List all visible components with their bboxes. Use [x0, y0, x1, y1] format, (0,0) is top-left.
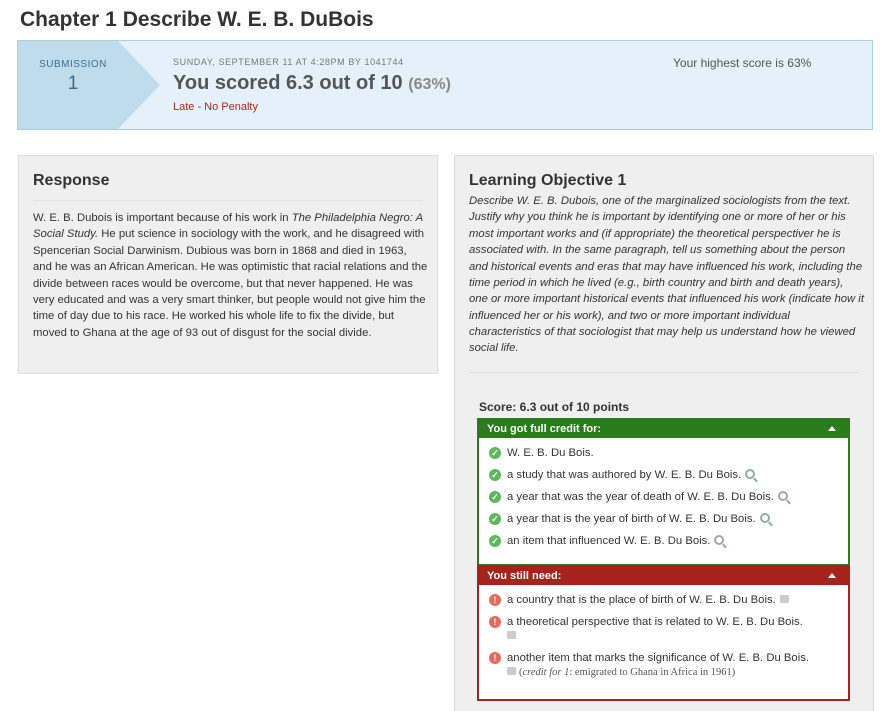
points-score: Score: 6.3 out of 10 points: [479, 400, 630, 414]
still-need-item: ! another item that marks the significanc…: [489, 651, 848, 680]
credit-note: (credit for 1: emigrated to Ghana in Afr…: [519, 667, 735, 678]
divider: [469, 372, 859, 373]
full-credit-item: ✓ a year that is the year of birth of W. …: [489, 512, 848, 526]
note-text: : emigrated to Ghana in Africa in 1961): [569, 667, 736, 678]
page-title: Chapter 1 Describe W. E. B. DuBois: [20, 8, 374, 31]
still-need-item: ! a theoretical perspective that is relat…: [489, 615, 848, 643]
still-need-title: You still need:: [487, 570, 562, 582]
submission-label: SUBMISSION: [39, 59, 107, 70]
thumbs-down-icon[interactable]: [507, 667, 516, 675]
exclamation-circle-icon: !: [489, 594, 501, 606]
magnifier-icon[interactable]: [745, 469, 756, 479]
magnifier-icon[interactable]: [777, 491, 788, 501]
response-text-part: W. E. B. Dubois is important because of …: [33, 212, 292, 224]
response-text: W. E. B. Dubois is important because of …: [33, 210, 428, 341]
collapse-caret-icon[interactable]: [828, 573, 836, 578]
full-credit-item: ✓ an item that influenced W. E. B. Du Boi…: [489, 534, 848, 548]
magnifier-icon[interactable]: [759, 513, 770, 523]
score-percent: (63%): [408, 76, 451, 93]
check-circle-icon: ✓: [489, 491, 501, 503]
response-text-part: He put science in sociology with the wor…: [33, 228, 428, 339]
divider: [33, 200, 423, 201]
thumbs-down-icon[interactable]: [507, 631, 516, 639]
submission-banner: SUBMISSION 1 SUNDAY, SEPTEMBER 11 AT 4:2…: [17, 40, 873, 130]
still-need-item: ! a country that is the place of birth of…: [489, 593, 848, 607]
need-item-text: a theoretical perspective that is relate…: [507, 616, 803, 628]
full-credit-item: ✓ a year that was the year of death of W.…: [489, 490, 848, 504]
collapse-caret-icon[interactable]: [828, 426, 836, 431]
check-circle-icon: ✓: [489, 469, 501, 481]
need-item-text: a country that is the place of birth of …: [507, 594, 776, 606]
magnifier-icon[interactable]: [714, 535, 725, 545]
full-credit-box: You got full credit for: ✓ W. E. B. Du Bo…: [477, 418, 850, 566]
credit-item-text: W. E. B. Du Bois.: [507, 447, 594, 459]
credit-item-text: a study that was authored by W. E. B. Du…: [507, 469, 742, 481]
submission-date: SUNDAY, SEPTEMBER 11 AT 4:28PM BY 104174…: [173, 57, 404, 67]
submission-score: You scored 6.3 out of 10 (63%): [173, 72, 451, 95]
still-need-box: You still need: ! a country that is the p…: [477, 565, 850, 701]
response-panel: Response W. E. B. Dubois is important be…: [18, 155, 438, 374]
full-credit-item: ✓ W. E. B. Du Bois.: [489, 446, 848, 460]
need-item-text: another item that marks the significance…: [507, 652, 810, 664]
exclamation-circle-icon: !: [489, 616, 501, 628]
objective-heading: Learning Objective 1: [469, 172, 627, 189]
full-credit-title: You got full credit for:: [487, 423, 602, 435]
credit-item-text: an item that influenced W. E. B. Du Bois…: [507, 535, 711, 547]
submission-number: 1: [67, 73, 79, 94]
objective-text: Describe W. E. B. Dubois, one of the mar…: [469, 195, 864, 355]
thumbs-down-icon[interactable]: [779, 595, 789, 603]
check-circle-icon: ✓: [489, 513, 501, 525]
score-text: You scored 6.3 out of 10: [173, 72, 403, 94]
check-circle-icon: ✓: [489, 535, 501, 547]
highest-score: Your highest score is 63%: [673, 56, 812, 70]
credit-item-text: a year that was the year of death of W. …: [507, 491, 774, 503]
learning-objective-panel: Learning Objective 1 Describe W. E. B. D…: [454, 155, 874, 711]
late-status: Late - No Penalty: [173, 101, 258, 113]
full-credit-item: ✓ a study that was authored by W. E. B. D…: [489, 468, 848, 482]
credit-item-text: a year that is the year of birth of W. E…: [507, 513, 756, 525]
exclamation-circle-icon: !: [489, 652, 501, 664]
still-need-header[interactable]: You still need:: [479, 567, 848, 585]
note-label: credit for 1: [522, 667, 570, 678]
response-heading: Response: [33, 172, 110, 189]
check-circle-icon: ✓: [489, 447, 501, 459]
full-credit-header[interactable]: You got full credit for:: [479, 420, 848, 438]
